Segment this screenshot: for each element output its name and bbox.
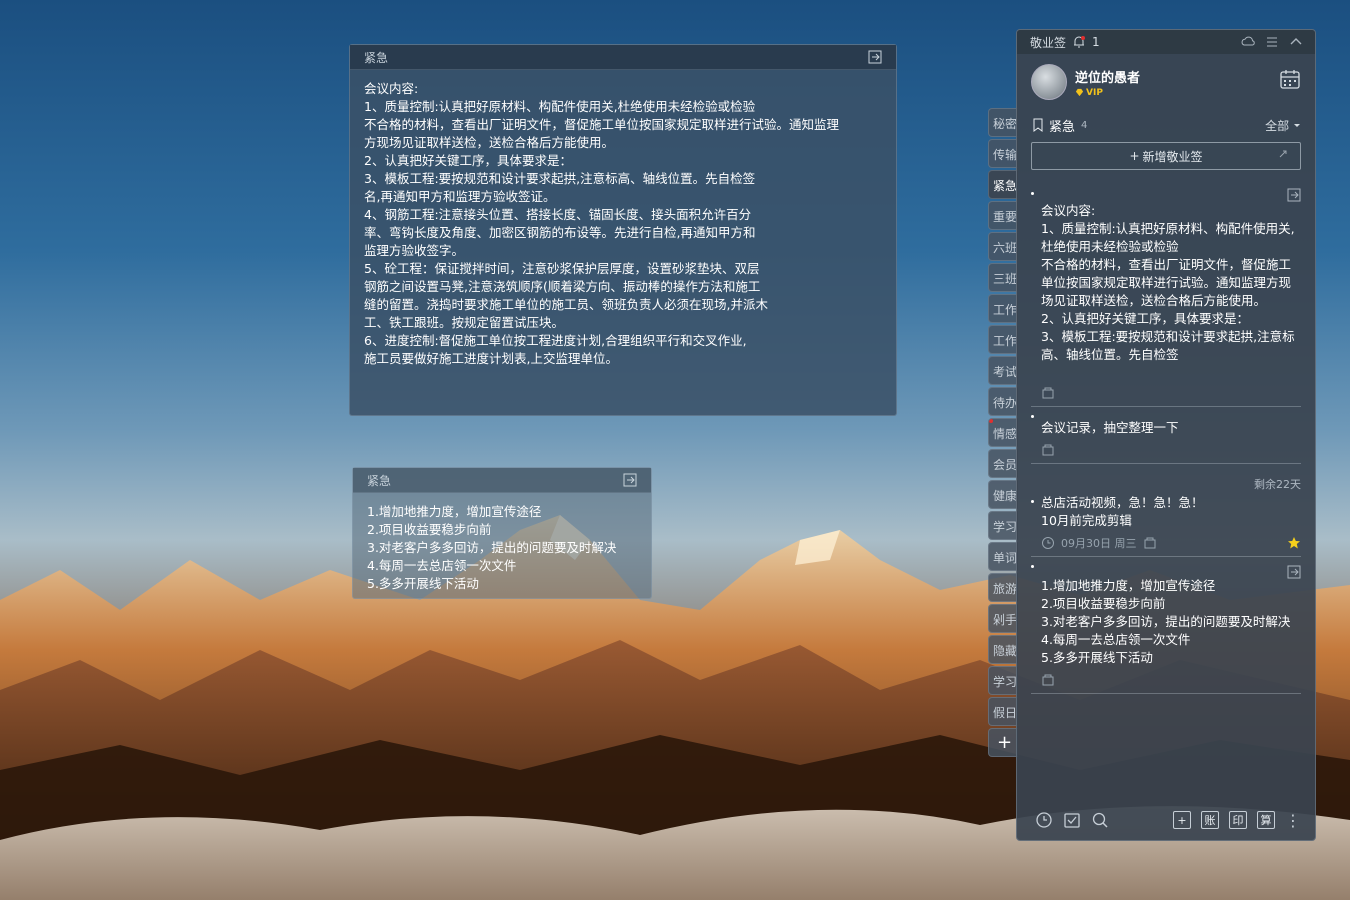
remaining-days: 剩余22天 — [1254, 478, 1301, 491]
toolbar-button[interactable]: 账 — [1201, 811, 1219, 829]
clock-icon — [1042, 537, 1054, 549]
category-tab[interactable]: 工作 — [988, 294, 1018, 323]
search-icon[interactable] — [1091, 811, 1109, 829]
chevron-down-icon — [1294, 123, 1300, 127]
sticky-note-body[interactable]: 会议内容: 1、质量控制:认真把好原材料、构配件使用关,杜绝使用未经检验或检验 … — [350, 70, 896, 378]
category-tab[interactable]: 单词 — [988, 542, 1018, 571]
cloud-sync-icon[interactable] — [1241, 35, 1255, 49]
sticky-note-header[interactable]: 紧急 — [350, 45, 896, 70]
sticky-note-title: 紧急 — [367, 473, 392, 488]
category-name: 紧急 — [1049, 119, 1076, 135]
todo-check-icon[interactable] — [1063, 811, 1081, 829]
toolbar-button[interactable]: + — [1173, 811, 1191, 829]
list-item[interactable]: 1.增加地推力度，增加宣传途径 2.项目收益要稳步向前 3.对老客户多多回访，提… — [1031, 557, 1301, 694]
category-tab[interactable]: 紧急 — [988, 170, 1018, 199]
bell-icon[interactable] — [1072, 35, 1086, 49]
category-tab[interactable]: 假日 — [988, 697, 1018, 726]
exit-icon[interactable] — [623, 473, 637, 487]
category-tab[interactable]: 三班 — [988, 263, 1018, 292]
sticky-note-title: 紧急 — [364, 50, 389, 65]
category-tab[interactable]: 传输 — [988, 139, 1018, 168]
note-text: 会议内容: 1、质量控制:认真把好原材料、构配件使用关,杜绝使用未经检验或检验 … — [1031, 184, 1301, 380]
category-tab[interactable]: 会员 — [988, 449, 1018, 478]
collapse-icon[interactable] — [1289, 35, 1303, 49]
sticky-note-header[interactable]: 紧急 — [353, 468, 651, 493]
attachment-icon[interactable] — [1041, 673, 1055, 687]
calendar-icon[interactable] — [1279, 68, 1301, 90]
reminder-date: 09月30日 周三 — [1061, 537, 1137, 550]
attachment-icon[interactable] — [1143, 536, 1157, 550]
category-tab[interactable]: 考试 — [988, 356, 1018, 385]
notes-panel: 敬业签 1 逆位的愚者 VIP 紧急 4 全部 + 新增敬业签 会议内容: 1、… — [1016, 29, 1316, 841]
note-text: 总店活动视频，急！急！急！ 10月前完成剪辑 — [1031, 492, 1301, 530]
category-tab[interactable]: 隐藏 — [988, 635, 1018, 664]
user-profile[interactable]: 逆位的愚者 VIP — [1017, 54, 1315, 110]
category-tab[interactable]: 工作 — [988, 325, 1018, 354]
category-tab[interactable]: 健康 — [988, 480, 1018, 509]
category-tab[interactable]: 学习 — [988, 511, 1018, 540]
list-item[interactable]: 剩余22天 总店活动视频，急！急！急！ 10月前完成剪辑 09月30日 周三 — [1031, 464, 1301, 557]
category-tab[interactable]: 重要 — [988, 201, 1018, 230]
sticky-note-small[interactable]: 紧急 1.增加地推力度，增加宣传途径 2.项目收益要稳步向前 3.对老客户多多回… — [352, 467, 652, 599]
panel-titlebar[interactable]: 敬业签 1 — [1017, 30, 1315, 54]
notification-count: 1 — [1092, 35, 1100, 49]
category-tab[interactable]: 秘密 — [988, 108, 1018, 137]
list-item[interactable]: 会议记录，抽空整理一下 — [1031, 407, 1301, 464]
attachment-icon[interactable] — [1041, 386, 1055, 400]
category-tab[interactable]: 剁手 — [988, 604, 1018, 633]
add-note-button[interactable]: + 新增敬业签 — [1031, 142, 1301, 170]
history-clock-icon[interactable] — [1035, 811, 1053, 829]
star-icon[interactable] — [1287, 536, 1301, 550]
toolbar-button[interactable]: 算 — [1257, 811, 1275, 829]
category-count: 4 — [1081, 119, 1088, 131]
vip-badge: VIP — [1075, 88, 1140, 98]
menu-icon[interactable] — [1265, 35, 1279, 49]
app-title: 敬业签 — [1030, 35, 1067, 50]
sticky-note-large[interactable]: 紧急 会议内容: 1、质量控制:认真把好原材料、构配件使用关,杜绝使用未经检验或… — [349, 44, 897, 416]
more-icon[interactable]: ⋮ — [1285, 811, 1301, 830]
note-text: 1.增加地推力度，增加宣传途径 2.项目收益要稳步向前 3.对老客户多多回访，提… — [1031, 557, 1301, 667]
category-tab[interactable]: 情感 — [988, 418, 1018, 447]
category-tab[interactable]: 旅游 — [988, 573, 1018, 602]
panel-bottom-toolbar: + 账印算 ⋮ — [1017, 800, 1315, 840]
note-text: 会议记录，抽空整理一下 — [1031, 407, 1301, 437]
expand-icon[interactable] — [1278, 149, 1288, 159]
category-tab[interactable]: 六班 — [988, 232, 1018, 261]
filter-dropdown[interactable]: 全部 — [1265, 117, 1301, 134]
category-tab[interactable]: 待办 — [988, 387, 1018, 416]
exit-icon[interactable] — [868, 50, 882, 64]
list-item[interactable]: 会议内容: 1、质量控制:认真把好原材料、构配件使用关,杜绝使用未经检验或检验 … — [1031, 184, 1301, 407]
plus-icon: + — [1129, 149, 1140, 163]
category-tab[interactable]: 学习 — [988, 666, 1018, 695]
unread-dot — [989, 419, 993, 423]
diamond-icon — [1075, 88, 1084, 97]
category-row: 紧急 4 全部 — [1017, 110, 1315, 140]
toolbar-button[interactable]: 印 — [1229, 811, 1247, 829]
attachment-icon[interactable] — [1041, 443, 1055, 457]
sticky-note-body[interactable]: 1.增加地推力度，增加宣传途径 2.项目收益要稳步向前 3.对老客户多多回访，提… — [353, 493, 651, 603]
username: 逆位的愚者 — [1075, 70, 1141, 86]
add-category-button[interactable]: + — [988, 728, 1018, 757]
bookmark-icon — [1033, 118, 1043, 132]
avatar[interactable] — [1031, 64, 1067, 100]
